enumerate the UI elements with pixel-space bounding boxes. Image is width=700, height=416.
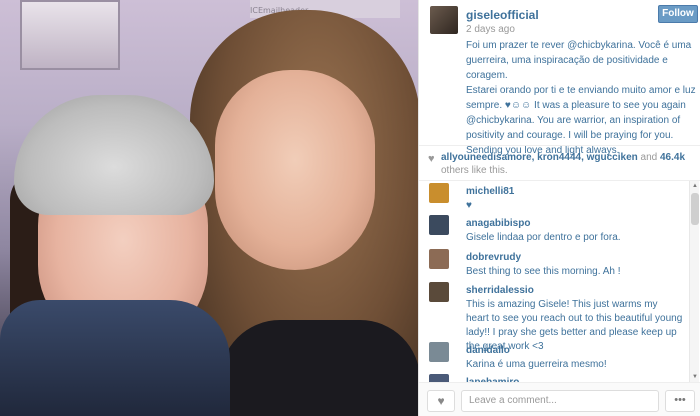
commenter-avatar[interactable] [429,215,449,235]
scroll-thumb[interactable] [691,193,699,225]
more-options-button[interactable]: ••• [665,390,695,412]
caption-line: Estarei orando por ti e te enviando muit… [466,85,696,96]
heart-icon: ♥ [428,153,435,165]
list-item: michelli81 ♥ [419,181,689,213]
commenter-username[interactable]: michelli81 [466,185,683,199]
person-right-top [220,320,418,416]
comment-text: Karina é uma guerreira mesmo! [466,359,607,370]
commenter-avatar[interactable] [429,374,449,382]
username-link[interactable]: giseleofficial [466,8,539,22]
commenter-username[interactable]: sherridalessio [466,284,683,298]
likers-list[interactable]: allyouneedisamore, kron4444, wgucciken [441,152,638,163]
comments-scrollbar[interactable]: ▲ ▼ [689,181,699,382]
post-header: giseleofficial Follow 2 days ago [419,0,700,38]
commenter-avatar[interactable] [429,342,449,362]
list-item: danidallo Karina é uma guerreira mesmo! [419,340,689,372]
list-item: anagabibispo Gisele lindaa por dentro e … [419,213,689,247]
heart-icon: ♥ [437,394,445,408]
wall-art [20,0,120,70]
scroll-up-icon[interactable]: ▲ [690,181,700,191]
likes-suffix: others like this. [441,165,508,176]
like-button[interactable]: ♥ [427,390,455,412]
list-item: dobrevrudy Best thing to see this mornin… [419,247,689,280]
person-left-jacket [0,300,230,416]
comment-text: Gisele lindaa por dentro e por fora. [466,232,621,243]
comment-footer: ♥ Leave a comment... ••• [419,382,700,416]
comment-input[interactable]: Leave a comment... [461,390,659,412]
commenter-avatar[interactable] [429,282,449,302]
post-sidebar: giseleofficial Follow 2 days ago Foi um … [418,0,700,416]
likes-and: and [640,152,658,163]
likes-summary: allyouneedisamore, kron4444, wgucciken a… [441,151,696,177]
scroll-down-icon[interactable]: ▼ [690,372,700,382]
commenter-avatar[interactable] [429,183,449,203]
caption-line: Foi um prazer te rever @chicbykarina. Vo… [466,40,692,51]
post-photo[interactable]: ICEmailheader [0,0,418,416]
commenter-username[interactable]: anagabibispo [466,217,683,231]
commenter-avatar[interactable] [429,249,449,269]
person-left-hat [14,95,214,215]
caption-line: guerreira, uma inspiracação de positivid… [466,55,668,81]
comment-text: ♥ [466,200,472,211]
list-item: sherridalessio This is amazing Gisele! T… [419,280,689,352]
avatar[interactable] [430,6,458,34]
list-item: lapebamiro [419,372,689,382]
post-caption: Foi um prazer te rever @chicbykarina. Vo… [466,38,698,158]
post-timestamp: 2 days ago [466,24,515,35]
comments-list: michelli81 ♥ anagabibispo Gisele lindaa … [419,181,689,382]
follow-button[interactable]: Follow [658,5,698,23]
caption-line: @chicbykarina. You are warrior, an inspi… [466,115,681,126]
caption-line: sempre. ♥☺☺ It was a pleasure to see you… [466,100,686,111]
comment-text: Best thing to see this morning. Ah ! [466,266,621,277]
likes-count[interactable]: 46.4k [660,152,685,163]
caption-line: positivity and courage. I will be prayin… [466,130,674,141]
commenter-username[interactable]: dobrevrudy [466,251,683,265]
person-right-face [215,70,375,270]
commenter-username[interactable]: danidallo [466,344,683,358]
likes-bar: ♥ allyouneedisamore, kron4444, wgucciken… [419,145,700,181]
